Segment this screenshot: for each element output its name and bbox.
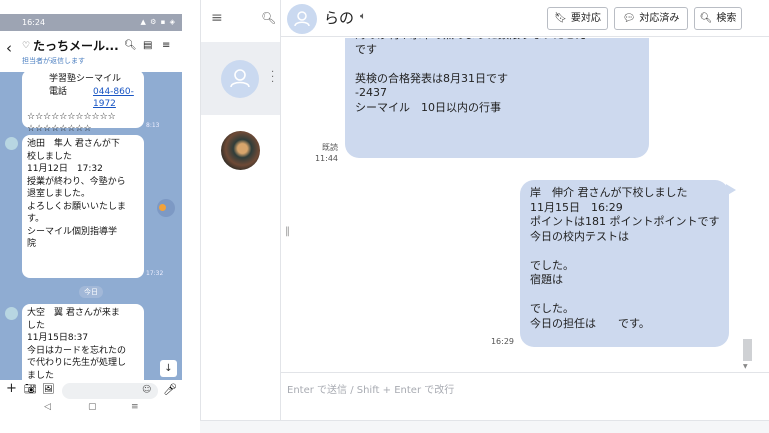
message-bubble: 海の砂利や氷中の魚のように数限りないたとえ です 英検の合格発表は8月31日です…: [345, 38, 649, 158]
conversation-item-selected[interactable]: · · ·: [201, 42, 280, 115]
message-bubble: 岸 伸介 君さんが下校しました 11月15日 16:29 ポイントは181 ポイ…: [520, 180, 736, 347]
search-button[interactable]: 🔍︎ 検索: [694, 7, 742, 30]
status-icons: ▲ ⚙ ▪ ◈: [140, 18, 176, 26]
nav-home-icon[interactable]: ▢: [88, 402, 97, 412]
phone-message-stars: ☆☆☆☆☆☆☆☆☆☆☆ ☆☆☆☆☆☆☆☆: [27, 111, 116, 135]
phone-message-bubble: 池田 隼人 君さんが下 校しました 11月12日 17:32 授業が終わり、今塾…: [22, 135, 144, 278]
contact-name: らの: [324, 9, 355, 27]
hamburger-icon[interactable]: ≡: [162, 40, 170, 51]
avatar[interactable]: [5, 137, 18, 150]
message-list[interactable]: 海の砂利や氷中の魚のように数限りないたとえ です 英検の合格発表は8月31日です…: [281, 38, 769, 372]
search-icon[interactable]: 🔍︎: [124, 40, 137, 51]
bookmark-icon: 🔖︎: [554, 13, 567, 24]
person-icon: [294, 11, 310, 27]
avatar[interactable]: [5, 307, 18, 320]
image-icon[interactable]: 🖼︎: [42, 384, 55, 395]
resize-handle-icon[interactable]: ‖: [285, 226, 290, 237]
scroll-down-arrow-icon[interactable]: ▼: [743, 363, 748, 370]
chat-bubble-icon: 💬︎: [622, 13, 636, 24]
hamburger-icon[interactable]: ≡: [211, 10, 223, 26]
nav-recent-icon[interactable]: ≡: [131, 402, 139, 412]
phone-chat-area[interactable]: 学習塾シーマイル 電話 044-860-1972 ☆☆☆☆☆☆☆☆☆☆☆ ☆☆☆…: [0, 72, 182, 380]
message-time: 8:13: [146, 122, 160, 129]
scrollbar[interactable]: [743, 339, 752, 361]
scroll-down-button[interactable]: ↓: [160, 360, 177, 377]
phone-chat-title: たっちメール...: [33, 39, 119, 53]
nav-back-icon[interactable]: ◁: [44, 402, 51, 412]
phone-nav-bar: ◁ ▢ ≡: [0, 400, 182, 418]
mic-icon[interactable]: 🎤︎: [163, 383, 177, 396]
conversation-sidebar: ≡ 🔍︎ · · ·: [200, 0, 281, 420]
pending-button[interactable]: 🔖︎ 要対応: [547, 7, 608, 30]
person-icon: [230, 69, 250, 88]
floating-assist-icon[interactable]: [157, 199, 175, 217]
done-button[interactable]: 💬︎ 対応済み: [614, 7, 688, 30]
message-input[interactable]: [287, 380, 757, 400]
phone-chat-subtitle: 担当者が返信します: [22, 57, 85, 65]
more-vert-icon[interactable]: · · ·: [271, 68, 274, 88]
phone-message-bubble: 大空 翼 君さんが来ま した 11月15日8:37 今日はカードを忘れたの で代…: [22, 304, 144, 380]
status-time: 16:24: [22, 18, 46, 27]
speaker-icon[interactable]: 🔈︎: [360, 11, 366, 22]
date-separator: 今日: [79, 286, 103, 298]
phone-input-bar: + 📷︎ 🖼︎ ☺ 🎤︎: [0, 380, 182, 400]
phone-chat-header: ‹ ♡ たっちメール... 担当者が返信します 🔍︎ ▤ ≡: [0, 31, 182, 72]
phone-number-link[interactable]: 044-860-1972: [93, 87, 134, 110]
camera-icon[interactable]: 📷︎: [24, 384, 37, 395]
search-icon[interactable]: 🔍︎: [261, 11, 276, 25]
search-icon: 🔍︎: [699, 13, 713, 24]
chat-header: らの 🔈︎ 🔖︎ 要対応 💬︎ 対応済み 🔍︎ 検索: [281, 0, 769, 37]
shield-icon: ♡: [22, 41, 31, 51]
status-strip: [200, 420, 769, 433]
message-meta: 既読 11:44: [314, 143, 338, 163]
menu-list-icon[interactable]: ▤: [143, 40, 152, 51]
avatar: [287, 4, 317, 34]
back-arrow-icon[interactable]: ‹: [6, 39, 12, 57]
avatar: [221, 60, 259, 98]
phone-panel: 16:24 ▲ ⚙ ▪ ◈ ‹ ♡ たっちメール... 担当者が返信します 🔍︎…: [0, 14, 182, 418]
message-time: 17:32: [146, 270, 164, 277]
conversation-item-avatar[interactable]: [221, 131, 260, 170]
chat-input-bar: [281, 372, 769, 420]
chat-panel: らの 🔈︎ 🔖︎要対応 💬︎対応済み 🔍︎検索 海の砂利や氷中の魚のように数限り…: [281, 0, 769, 420]
phone-message-bubble: 学習塾シーマイル 電話 044-860-1972 ☆☆☆☆☆☆☆☆☆☆☆ ☆☆☆…: [22, 72, 144, 134]
message-time: 16:29: [490, 337, 514, 346]
phone-status-bar: 16:24 ▲ ⚙ ▪ ◈: [0, 14, 182, 31]
emoji-icon[interactable]: ☺: [142, 385, 151, 395]
plus-icon[interactable]: +: [6, 381, 17, 396]
